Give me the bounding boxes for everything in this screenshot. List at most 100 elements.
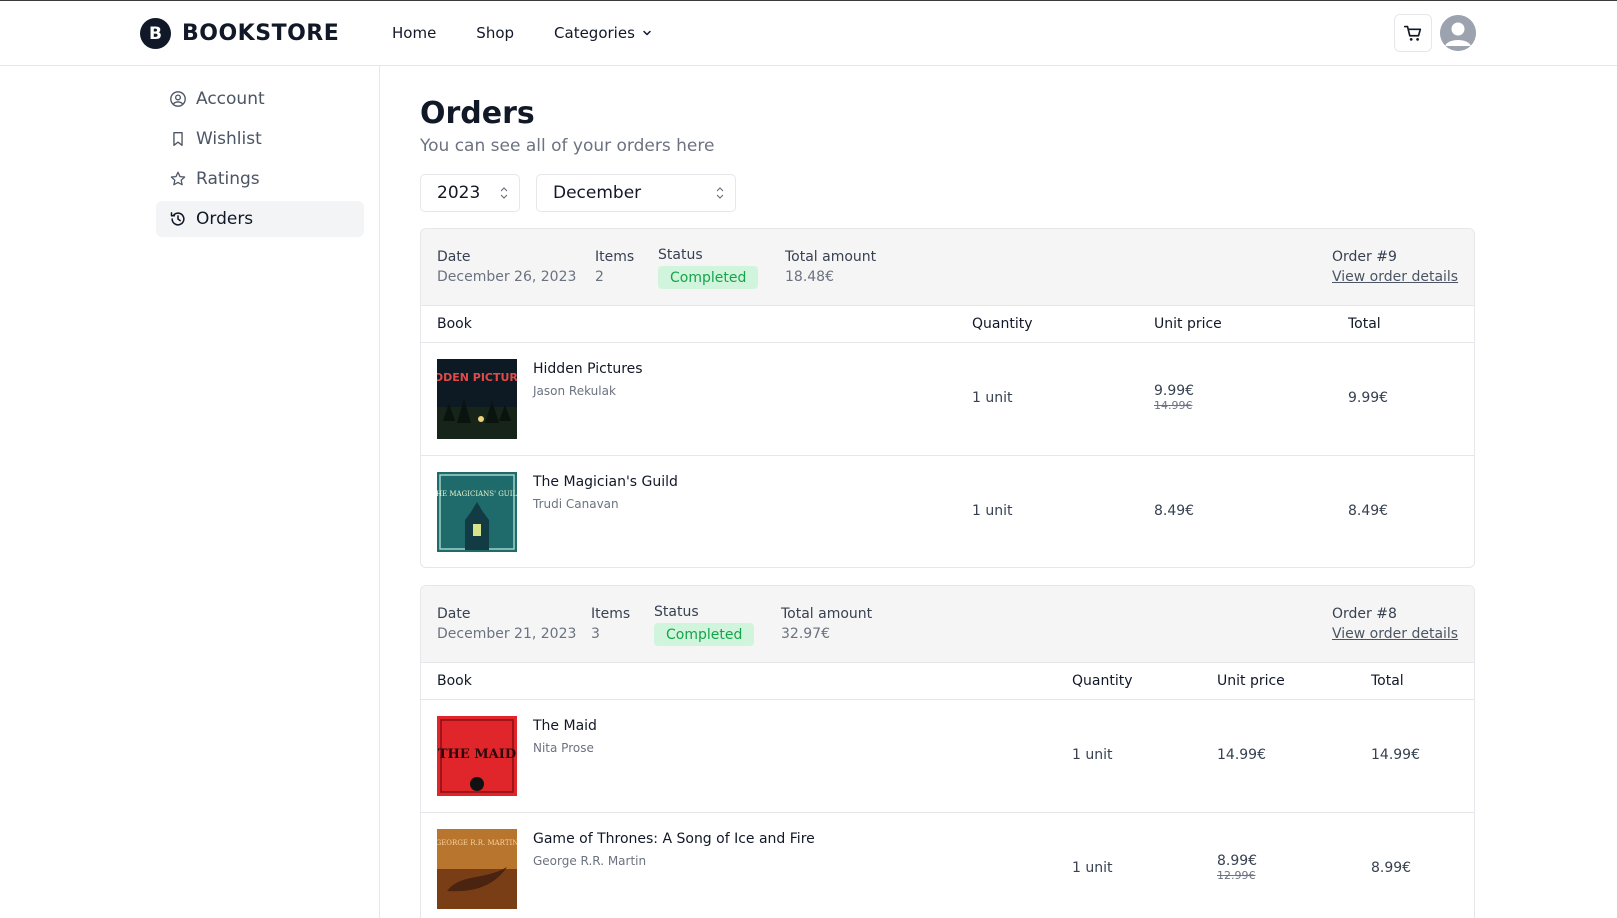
- book-cover-text: GEORGE R.R. MARTIN: [437, 839, 517, 847]
- unit-price: 14.99€: [1217, 747, 1266, 763]
- original-price: 14.99€: [1154, 399, 1193, 412]
- quantity: 1 unit: [1072, 747, 1113, 763]
- nav-home-label: Home: [392, 24, 437, 42]
- order-items-value: 3: [591, 626, 600, 642]
- book-cover-text: HIDDEN PICTURES: [437, 371, 517, 384]
- cart-icon: [1403, 25, 1422, 41]
- view-order-details-link[interactable]: View order details: [1332, 269, 1458, 285]
- order-total-label: Total amount: [785, 249, 877, 265]
- order-number: Order #9: [1332, 249, 1397, 265]
- quantity: 1 unit: [972, 390, 1013, 406]
- sidebar-item-ratings[interactable]: Ratings: [156, 161, 364, 197]
- page-subtitle: You can see all of your orders here: [420, 136, 715, 156]
- book-title[interactable]: The Magician's Guild: [533, 474, 678, 490]
- status-badge: Completed: [658, 266, 759, 289]
- line-total: 8.49€: [1348, 503, 1389, 519]
- book-author: Jason Rekulak: [533, 384, 616, 398]
- logo-mark: B: [140, 18, 171, 49]
- book-cover-text: THE MAID: [438, 747, 516, 762]
- order-total-value: 32.97€: [781, 626, 830, 642]
- book-title[interactable]: The Maid: [533, 718, 597, 734]
- order-date-value: December 26, 2023: [437, 269, 577, 285]
- col-unit-price: Unit price: [1217, 673, 1285, 689]
- col-total: Total: [1371, 673, 1404, 689]
- user-circle-icon: [170, 91, 186, 107]
- avatar[interactable]: [1440, 15, 1476, 51]
- order-header: Date December 26, 2023 Items 2 Status Co…: [421, 229, 1474, 306]
- table-row: HIDDEN PICTURES Hidden Pictures Jason Re…: [421, 343, 1474, 456]
- book-author: George R.R. Martin: [533, 854, 647, 868]
- order-status-label: Status: [654, 604, 699, 620]
- line-total: 14.99€: [1371, 747, 1420, 763]
- view-order-details-link[interactable]: View order details: [1332, 626, 1458, 642]
- nav-home[interactable]: Home: [392, 24, 436, 42]
- cart-button[interactable]: [1394, 14, 1432, 52]
- book-title[interactable]: Hidden Pictures: [533, 361, 643, 377]
- order-date-label: Date: [437, 606, 471, 622]
- nav-shop[interactable]: Shop: [476, 24, 514, 42]
- book-author: Nita Prose: [533, 741, 594, 755]
- account-sidebar: Account Wishlist Ratings Orders: [0, 66, 380, 918]
- book-cover[interactable]: GEORGE R.R. MARTIN: [437, 829, 517, 909]
- sidebar-item-label: Account: [196, 89, 265, 109]
- sidebar-item-wishlist[interactable]: Wishlist: [156, 121, 364, 157]
- book-author: Trudi Canavan: [533, 497, 619, 511]
- col-book: Book: [437, 673, 472, 689]
- col-book: Book: [437, 316, 472, 332]
- year-select[interactable]: 2023: [420, 174, 520, 212]
- quantity: 1 unit: [1072, 860, 1113, 876]
- book-cover[interactable]: THE MAID: [437, 716, 517, 796]
- unit-price: 8.99€: [1217, 853, 1258, 869]
- quantity: 1 unit: [972, 503, 1013, 519]
- col-quantity: Quantity: [972, 316, 1033, 332]
- order-card: Date December 21, 2023 Items 3 Status Co…: [420, 585, 1475, 918]
- book-cover-art: THE MAID: [437, 716, 517, 796]
- page-title: Orders: [420, 96, 535, 131]
- col-quantity: Quantity: [1072, 673, 1133, 689]
- col-unit-price: Unit price: [1154, 316, 1222, 332]
- unit-price: 9.99€: [1154, 383, 1195, 399]
- line-total: 8.99€: [1371, 860, 1412, 876]
- user-avatar-icon: [1440, 15, 1476, 51]
- unit-price-cell: 8.99€ 12.99€: [1217, 853, 1257, 882]
- unit-price: 8.49€: [1154, 503, 1195, 519]
- book-cover-art: THE MAGICIANS' GUILD: [437, 472, 517, 552]
- sidebar-item-account[interactable]: Account: [156, 81, 364, 117]
- status-badge: Completed: [654, 623, 755, 646]
- logo[interactable]: B BOOKSTORE: [140, 18, 339, 49]
- unit-price-cell: 9.99€ 14.99€: [1154, 383, 1194, 412]
- nav-categories-dropdown[interactable]: Categories: [554, 24, 653, 42]
- book-cover[interactable]: HIDDEN PICTURES: [437, 359, 517, 439]
- sidebar-item-orders[interactable]: Orders: [156, 201, 364, 237]
- order-date-value: December 21, 2023: [437, 626, 577, 642]
- table-row: THE MAGICIANS' GUILD The Magician's Guil…: [421, 456, 1474, 567]
- top-navbar: B BOOKSTORE Home Shop Categories: [0, 0, 1617, 66]
- book-title[interactable]: Game of Thrones: A Song of Ice and Fire: [533, 831, 815, 847]
- book-cover-art: HIDDEN PICTURES: [437, 359, 517, 439]
- nav-categories-label: Categories: [554, 24, 635, 42]
- book-cover-art: GEORGE R.R. MARTIN: [437, 829, 517, 909]
- nav-shop-label: Shop: [476, 24, 515, 42]
- sidebar-item-label: Orders: [196, 209, 254, 229]
- order-table-header: Book Quantity Unit price Total: [421, 306, 1474, 343]
- history-icon: [170, 212, 185, 226]
- star-icon: [170, 171, 186, 186]
- col-total: Total: [1348, 316, 1381, 332]
- select-chevron-icon: [716, 187, 724, 199]
- order-total-value: 18.48€: [785, 269, 834, 285]
- order-table-header: Book Quantity Unit price Total: [421, 663, 1474, 700]
- book-cover[interactable]: THE MAGICIANS' GUILD: [437, 472, 517, 552]
- select-chevron-icon: [500, 187, 508, 199]
- order-date-label: Date: [437, 249, 471, 265]
- original-price: 12.99€: [1217, 869, 1256, 882]
- year-select-value: 2023: [437, 183, 481, 203]
- main-nav: Home Shop Categories: [392, 24, 693, 42]
- table-row: THE MAID The Maid Nita Prose 1 unit 14.9…: [421, 700, 1474, 813]
- order-number: Order #8: [1332, 606, 1397, 622]
- order-card: Date December 26, 2023 Items 2 Status Co…: [420, 228, 1475, 568]
- month-select-value: December: [553, 183, 642, 203]
- month-select[interactable]: December: [536, 174, 736, 212]
- order-items-label: Items: [591, 606, 631, 622]
- chevron-down-icon: [643, 30, 651, 36]
- order-items-label: Items: [595, 249, 635, 265]
